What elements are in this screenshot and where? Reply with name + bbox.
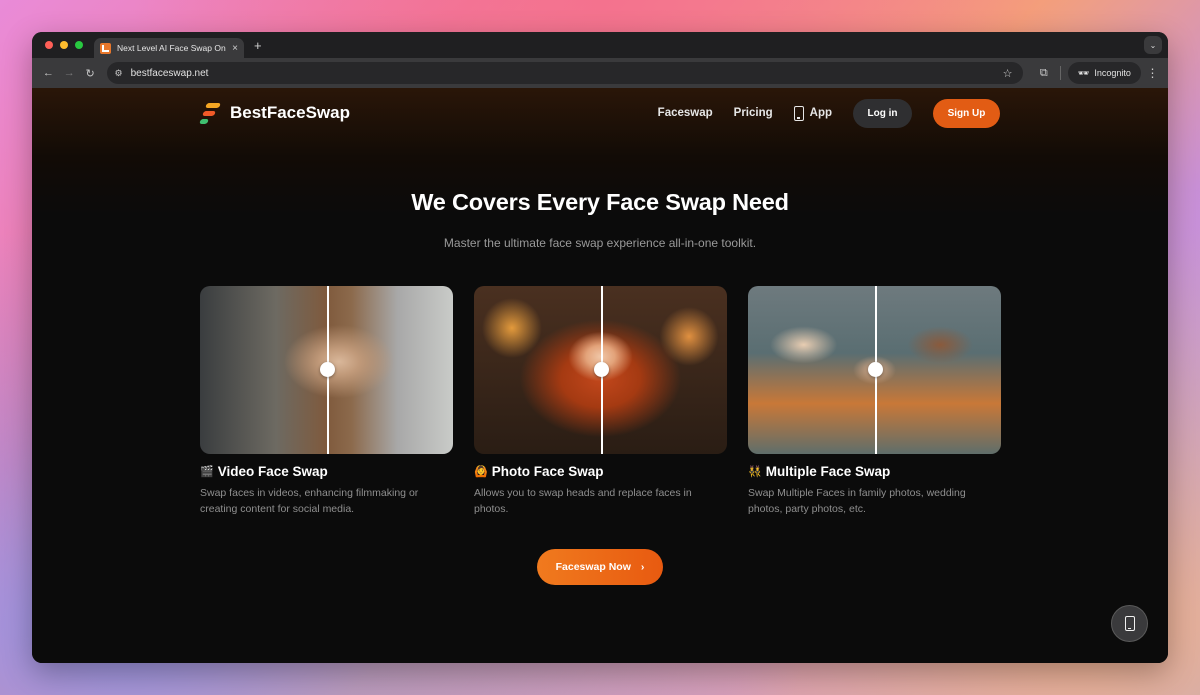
browser-toolbar: ← → ↻ ⚙ bestfaceswap.net ☆ ⧉ 🕶 Incognito… [32, 58, 1168, 88]
photo-face-swap-image[interactable] [474, 286, 727, 454]
site-info-icon[interactable]: ⚙ [115, 68, 123, 79]
compare-slider-handle[interactable] [868, 362, 883, 377]
card-title-text: Video Face Swap [217, 464, 328, 479]
tab-bar: Next Level AI Face Swap Onli × + ⌄ [32, 32, 1168, 58]
tab-title: Next Level AI Face Swap Onli [117, 43, 227, 53]
section-title: We Covers Every Face Swap Need [411, 189, 789, 215]
minimize-window-button[interactable] [60, 41, 68, 49]
card-description: Swap Multiple Faces in family photos, we… [748, 487, 966, 515]
toolbar-separator [1060, 66, 1061, 80]
url-text: bestfaceswap.net [130, 67, 209, 79]
nav-link-faceswap[interactable]: Faceswap [658, 107, 713, 119]
card-title-text: Photo Face Swap [491, 464, 604, 479]
maximize-window-button[interactable] [75, 41, 83, 49]
tab-close-icon[interactable]: × [232, 43, 238, 54]
window-controls [32, 41, 94, 49]
section-subtitle: Master the ultimate face swap experience… [443, 236, 757, 250]
web-page: BestFaceSwap Faceswap Pricing App Log in… [32, 88, 1168, 663]
bookmark-star-icon[interactable]: ☆ [1003, 67, 1013, 80]
phone-icon [1124, 616, 1135, 631]
site-favicon-icon [100, 42, 111, 54]
back-arrow-icon[interactable]: ← [40, 63, 57, 83]
multiple-face-swap-image[interactable] [748, 286, 1001, 454]
video-face-swap-image[interactable] [200, 286, 453, 454]
mobile-app-fab[interactable] [1111, 605, 1148, 642]
card-title: 🎬 Video Face Swap [200, 464, 453, 479]
person-gesture-icon: 🙆 [474, 466, 488, 478]
chevron-right-icon: › [640, 561, 645, 573]
incognito-badge[interactable]: 🕶 Incognito [1067, 62, 1141, 84]
close-window-button[interactable] [45, 41, 53, 49]
logo-mark-icon [199, 102, 221, 124]
card-description: Allows you to swap heads and replace fac… [474, 487, 692, 515]
people-icon: 👯 [748, 466, 762, 478]
feature-card-photo[interactable]: 🙆 Photo Face Swap Allows you to swap hea… [474, 286, 727, 517]
feature-card-multiple[interactable]: 👯 Multiple Face Swap Swap Multiple Faces… [748, 286, 1001, 517]
feature-card-video[interactable]: 🎬 Video Face Swap Swap faces in videos, … [200, 286, 453, 517]
compare-slider-handle[interactable] [594, 362, 609, 377]
card-title-text: Multiple Face Swap [765, 464, 891, 479]
app-label: App [809, 107, 832, 119]
compare-slider-handle[interactable] [320, 362, 335, 377]
signup-button[interactable]: Sign Up [933, 98, 1000, 128]
site-header: BestFaceSwap Faceswap Pricing App Log in… [199, 98, 1000, 128]
nav-links: Faceswap Pricing App Log in Sign Up [658, 98, 1000, 128]
cta-label: Faceswap Now [555, 561, 631, 573]
browser-window: Next Level AI Face Swap Onli × + ⌄ ← → ↻… [32, 32, 1168, 663]
card-description: Swap faces in videos, enhancing filmmaki… [200, 487, 419, 515]
faceswap-now-button[interactable]: Faceswap Now › [537, 549, 663, 585]
nav-link-pricing[interactable]: Pricing [734, 107, 773, 119]
incognito-label: Incognito [1094, 68, 1131, 78]
browser-menu-icon[interactable]: ⋮ [1145, 66, 1160, 80]
address-bar[interactable]: ⚙ bestfaceswap.net ☆ [106, 62, 1023, 84]
reload-icon[interactable]: ↻ [82, 63, 99, 83]
browser-tab[interactable]: Next Level AI Face Swap Onli × [94, 38, 244, 58]
new-tab-button[interactable]: + [254, 38, 262, 53]
extensions-puzzle-icon[interactable]: ⧉ [1035, 67, 1054, 80]
card-title: 🙆 Photo Face Swap [474, 464, 727, 479]
clapper-icon: 🎬 [200, 466, 214, 478]
nav-link-app[interactable]: App [793, 105, 832, 121]
phone-icon [793, 105, 804, 121]
card-title: 👯 Multiple Face Swap [748, 464, 1001, 479]
login-button[interactable]: Log in [853, 98, 912, 128]
logo-text: BestFaceSwap [230, 103, 350, 122]
tab-search-chevron-icon[interactable]: ⌄ [1144, 36, 1162, 54]
feature-cards: 🎬 Video Face Swap Swap faces in videos, … [200, 286, 1001, 517]
incognito-icon: 🕶 [1077, 67, 1090, 78]
forward-arrow-icon[interactable]: → [61, 63, 78, 83]
site-logo[interactable]: BestFaceSwap [199, 102, 350, 124]
